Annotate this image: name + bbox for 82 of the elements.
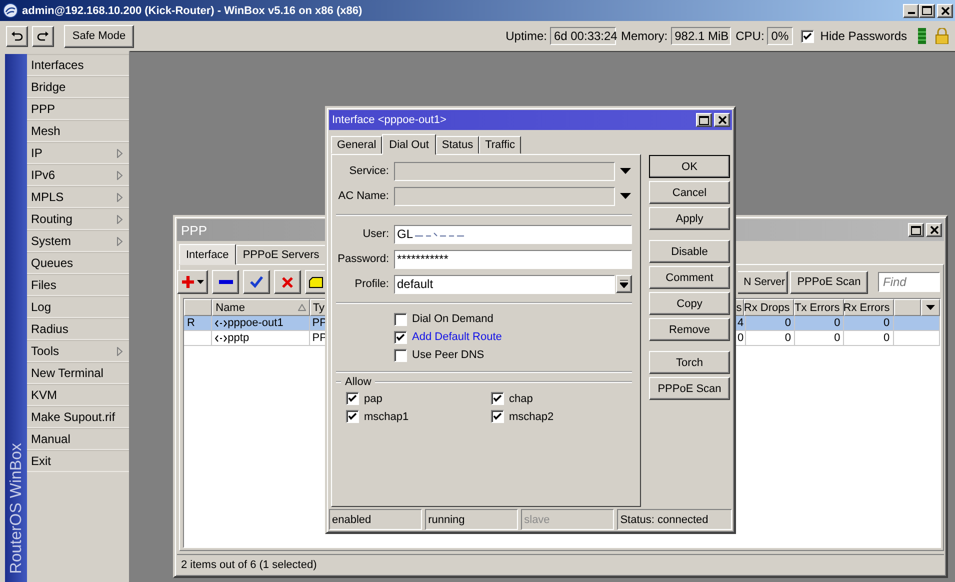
table-cell: 0 [794, 316, 844, 331]
field-label: Profile: [354, 278, 389, 290]
table-cell: 0 [746, 331, 795, 346]
safe-mode-button[interactable]: Safe Mode [64, 24, 134, 48]
sidebar-item[interactable]: Files [27, 274, 129, 296]
server-button[interactable]: N Server [738, 270, 788, 294]
option-label: pap [364, 392, 382, 404]
dialog-button[interactable]: OK [649, 155, 730, 178]
tab[interactable]: Dial Out [382, 134, 436, 155]
status-field: running [425, 509, 518, 530]
input-field[interactable]: *********** [394, 250, 632, 268]
sidebar-item[interactable]: IPv6 [27, 164, 129, 186]
option-label: Dial On Demand [412, 313, 494, 325]
sidebar-item[interactable]: KVM [27, 384, 129, 406]
column-header[interactable]: Tx Errors [794, 299, 844, 316]
cpu-value: 0% [767, 27, 794, 45]
option-label: Use Peer DNS [412, 349, 484, 361]
uptime-value: 6d 00:33:24 [550, 27, 616, 45]
sidebar-item[interactable]: New Terminal [27, 362, 129, 384]
table-cell: 0 [746, 316, 795, 331]
dialog-button[interactable]: PPPoE Scan [649, 377, 730, 400]
brand-text: RouterOS WinBox [8, 442, 26, 576]
status-field: enabled [329, 509, 422, 530]
field-label: Password: [336, 253, 389, 265]
pppoe-scan-button[interactable]: PPPoE Scan [790, 270, 868, 294]
option-label: chap [509, 392, 533, 404]
window-title: PPP [181, 222, 208, 238]
field-label: AC Name: [337, 190, 389, 202]
sidebar-item[interactable]: MPLS [27, 186, 129, 208]
hide-passwords-label: Hide Passwords [820, 29, 907, 43]
sidebar-item[interactable]: Tools [27, 340, 129, 362]
tab[interactable]: PPPoE Servers [236, 245, 326, 264]
option-label: mschap1 [364, 410, 409, 422]
sidebar-item[interactable]: Log [27, 296, 129, 318]
input-field[interactable]: default [394, 274, 615, 294]
dialog-button[interactable]: Copy [649, 292, 730, 315]
status-field: slave [521, 509, 614, 530]
sidebar-item[interactable]: Queues [27, 252, 129, 274]
sidebar-item[interactable]: Make Supout.rif [27, 406, 129, 428]
flag-cell: R [184, 316, 212, 331]
sidebar-item[interactable]: Routing [27, 208, 129, 230]
table-cell: 0 [844, 331, 894, 346]
window-title: Interface <pppoe-out1> [332, 114, 446, 126]
sidebar-item[interactable]: IP [27, 142, 129, 164]
option-label: Add Default Route [412, 331, 502, 343]
cpu-label: CPU: [736, 29, 764, 43]
field-label: Service: [348, 165, 389, 177]
table-cell: pppoe-out1 [228, 316, 284, 330]
table-cell: pptp [228, 332, 250, 344]
dialog-button[interactable]: Cancel [649, 181, 730, 204]
tab[interactable]: Status [436, 136, 480, 154]
tab[interactable]: Interface [179, 244, 236, 265]
table-cell: 0 [844, 316, 894, 331]
field-label: User: [362, 228, 389, 240]
group-label: Allow [345, 376, 372, 388]
find-field[interactable]: Find [878, 272, 940, 292]
dialog-button[interactable]: Torch [649, 351, 730, 374]
uptime-label: Uptime: [506, 29, 547, 43]
sidebar-item[interactable]: Bridge [27, 76, 129, 98]
column-header[interactable]: Name [212, 299, 310, 316]
status-field: Status: connected [617, 509, 732, 530]
window-title: admin@192.168.10.200 (Kick-Router) - WinBox v5.16 on x86 (x86) [22, 4, 364, 16]
tab[interactable]: Traffic [479, 136, 522, 154]
memory-label: Memory: [620, 29, 668, 43]
sidebar-item[interactable]: Mesh [27, 120, 129, 142]
sidebar-item[interactable]: Interfaces [27, 54, 129, 76]
column-header[interactable]: Rx Errors [844, 299, 894, 316]
status-text: 2 items out of 6 (1 selected) [181, 558, 317, 570]
dialog-button[interactable]: Remove [649, 318, 730, 341]
sidebar-item[interactable]: PPP [27, 98, 129, 120]
dialog-button[interactable]: Disable [649, 240, 730, 263]
dialog-button[interactable]: Comment [649, 266, 730, 289]
sidebar-item[interactable]: Radius [27, 318, 129, 340]
sidebar-item[interactable]: Exit [27, 450, 129, 472]
option-label: mschap2 [509, 410, 554, 422]
input-field[interactable]: GL [394, 224, 632, 244]
column-header[interactable]: Rx Drops [744, 299, 794, 316]
dialog-button[interactable]: Apply [649, 207, 730, 230]
sidebar-item[interactable]: Manual [27, 428, 129, 450]
memory-value: 982.1 MiB [670, 27, 731, 45]
table-cell: 0 [794, 331, 844, 346]
sidebar-item[interactable]: System [27, 230, 129, 252]
